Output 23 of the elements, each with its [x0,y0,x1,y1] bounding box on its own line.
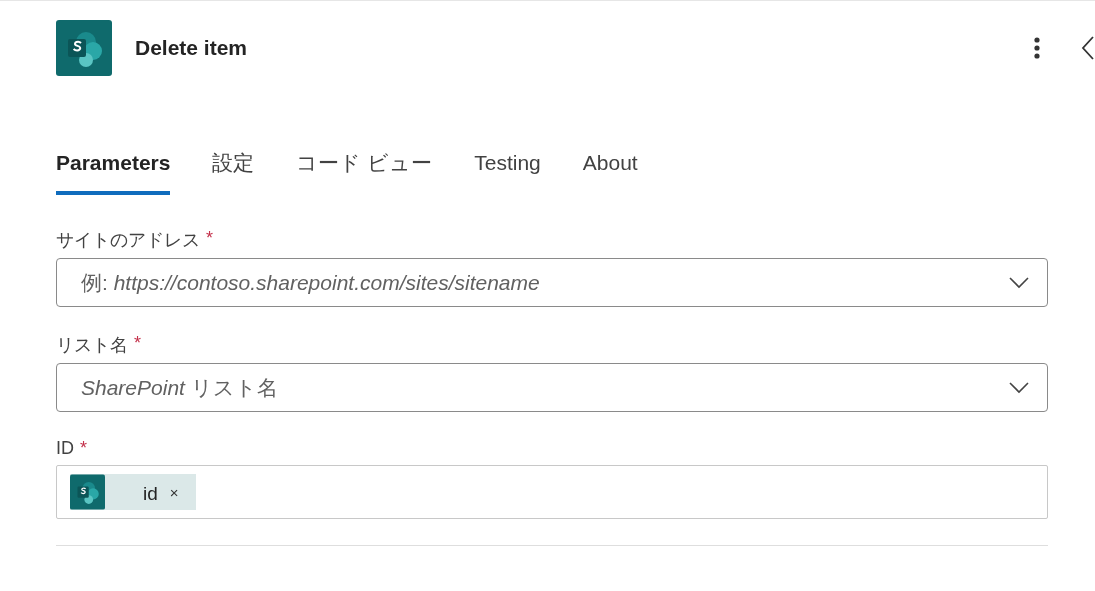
required-mark: * [80,438,87,459]
chevron-down-icon[interactable] [1009,276,1029,289]
dropdown-field[interactable]: SharePoint リスト名 [56,363,1048,412]
tab[interactable]: Parameters [56,149,171,195]
token-label: id [143,483,158,505]
collapse-icon[interactable] [1081,36,1095,60]
tab[interactable]: About [582,149,638,195]
tab[interactable]: 設定 [212,149,255,195]
required-mark: * [206,228,213,250]
more-options-icon[interactable] [1033,36,1041,60]
sharepoint-icon [70,474,105,510]
field-label: サイトのアドレス [56,229,200,252]
tab[interactable]: Testing [474,149,541,195]
tab[interactable]: コード ビュー [296,149,433,195]
sharepoint-logo-icon [56,20,112,76]
action-title: Delete item [135,36,249,60]
dropdown-field[interactable]: 例: https://contoso.sharepoint.com/sites/sitename [56,258,1048,307]
field-label: ID [56,438,74,459]
input-field[interactable]: id × [56,465,1048,519]
required-mark: * [134,333,141,355]
chevron-down-icon[interactable] [1009,381,1029,394]
remove-token-button[interactable]: × [169,483,179,501]
field-label: リスト名 [56,334,128,357]
